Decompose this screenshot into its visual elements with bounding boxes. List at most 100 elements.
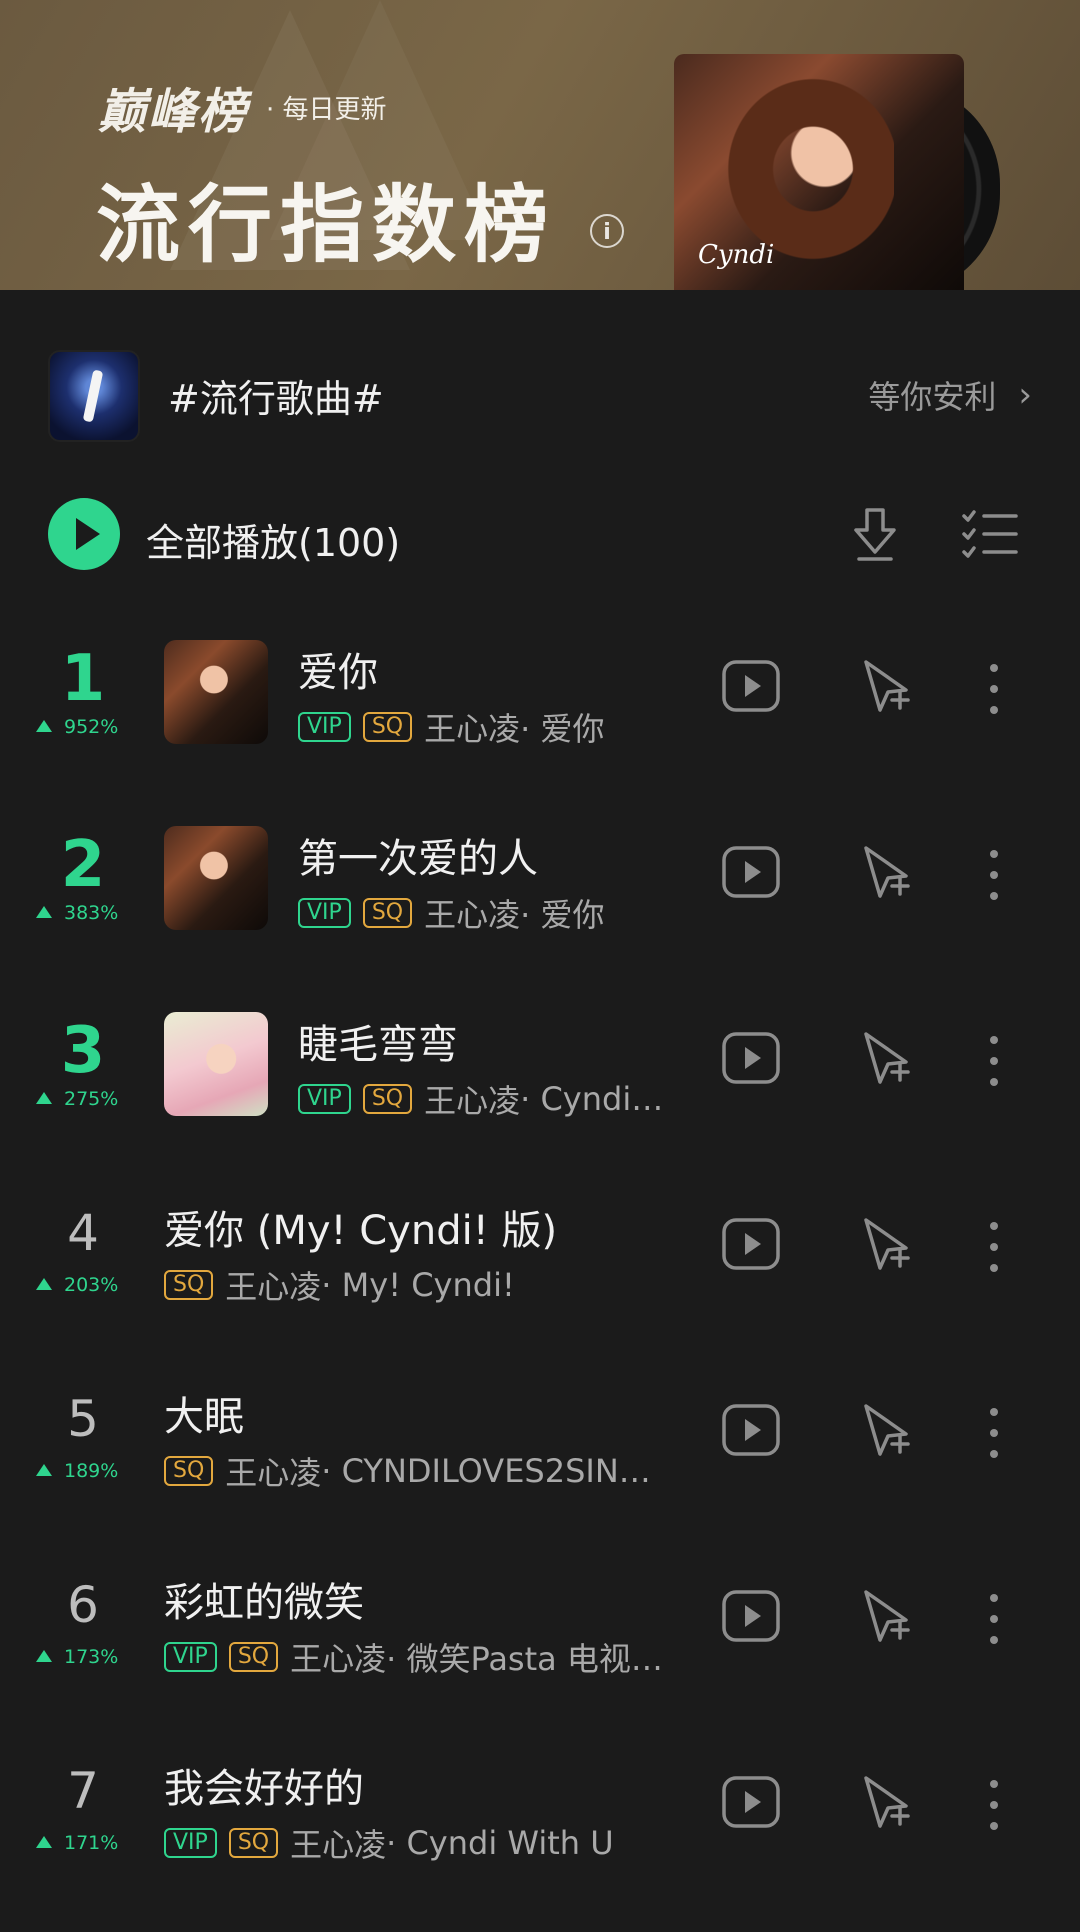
song-row[interactable]: 5 189% 大眠 SQ 王心凌 · CYNDILOVES2SIN… <box>0 1374 1080 1560</box>
sq-badge: SQ <box>362 712 413 742</box>
album-thumbnail <box>164 1012 268 1116</box>
artist-name: 王心凌 <box>290 1640 387 1678</box>
featured-album-cover[interactable]: Cyndi <box>674 54 964 290</box>
add-to-playlist-icon[interactable] <box>862 1402 910 1460</box>
update-frequency: · 每日更新 <box>266 94 387 125</box>
playlist-topic: #流行歌曲# <box>168 377 384 421</box>
vip-badge: VIP <box>298 712 351 742</box>
trend-indicator: 952% <box>36 716 118 738</box>
album-thumbnail <box>164 826 268 930</box>
add-to-playlist-icon[interactable] <box>862 1030 910 1088</box>
trend-percent: 189% <box>64 1460 119 1482</box>
vip-badge: VIP <box>298 898 351 928</box>
trend-percent: 952% <box>64 716 119 738</box>
song-row[interactable]: 4 203% 爱你 (My! Cyndi! 版) SQ 王心凌 · My! Cy… <box>0 1188 1080 1374</box>
song-row[interactable]: 6 173% 彩虹的微笑 VIP SQ 王心凌 · 微笑Pasta 电视… <box>0 1560 1080 1746</box>
trend-indicator: 203% <box>36 1274 118 1296</box>
mv-play-icon[interactable] <box>722 1590 780 1642</box>
artist-name: 王心凌 <box>225 1268 322 1306</box>
trend-up-icon <box>36 1092 52 1104</box>
multi-select-icon[interactable] <box>962 508 1018 560</box>
play-all-row: 全部播放(100) <box>0 494 1080 574</box>
chevron-right-icon: › <box>1018 375 1032 415</box>
mv-play-icon[interactable] <box>722 846 780 898</box>
artist-name: 王心凌 <box>424 896 521 934</box>
song-row[interactable]: 3 275% 睫毛弯弯 VIP SQ 王心凌 · Cyndi… <box>0 1002 1080 1188</box>
song-title: 爱你 <box>298 650 378 696</box>
trend-up-icon <box>36 1650 52 1662</box>
add-to-playlist-icon[interactable] <box>862 1588 910 1646</box>
artist-name: 王心凌 <box>225 1454 322 1492</box>
song-title: 大眠 <box>164 1394 244 1440</box>
trend-up-icon <box>36 1836 52 1848</box>
vip-badge: VIP <box>164 1642 217 1672</box>
trend-percent: 171% <box>64 1832 119 1854</box>
download-icon[interactable] <box>850 506 900 562</box>
add-to-playlist-icon[interactable] <box>862 1216 910 1274</box>
trend-up-icon <box>36 1278 52 1290</box>
rank-number: 4 <box>67 1204 99 1262</box>
song-meta: SQ 王心凌 · My! Cyndi! <box>164 1262 515 1308</box>
song-list: 1 952% 爱你 VIP SQ 王心凌 · 爱你 2 383% 第一次爱的人 … <box>0 630 1080 1932</box>
mv-play-icon[interactable] <box>722 1776 780 1828</box>
song-title: 彩虹的微笑 <box>164 1580 364 1626</box>
song-row[interactable]: 1 952% 爱你 VIP SQ 王心凌 · 爱你 <box>0 630 1080 816</box>
rank-number: 7 <box>67 1762 99 1820</box>
artist-name: 王心凌 <box>424 710 521 748</box>
trend-up-icon <box>36 720 52 732</box>
sq-badge: SQ <box>362 1084 413 1114</box>
vip-badge: VIP <box>164 1828 217 1858</box>
trend-indicator: 173% <box>36 1646 118 1668</box>
mv-play-icon[interactable] <box>722 1032 780 1084</box>
album-name: · 爱你 <box>520 896 605 934</box>
info-icon[interactable]: i <box>590 214 624 248</box>
song-row[interactable]: 7 171% 我会好好的 VIP SQ 王心凌 · Cyndi With U <box>0 1746 1080 1932</box>
trend-percent: 383% <box>64 902 119 924</box>
more-options-icon[interactable] <box>984 1406 1004 1460</box>
mv-play-icon[interactable] <box>722 1404 780 1456</box>
more-options-icon[interactable] <box>984 1220 1004 1274</box>
album-name: · 爱你 <box>520 710 605 748</box>
album-thumbnail <box>164 640 268 744</box>
rank-number: 6 <box>67 1576 99 1634</box>
trend-indicator: 171% <box>36 1832 118 1854</box>
trend-percent: 275% <box>64 1088 119 1110</box>
recommend-link[interactable]: 等你安利 › <box>868 372 1032 418</box>
add-to-playlist-icon[interactable] <box>862 658 910 716</box>
mv-play-icon[interactable] <box>722 1218 780 1270</box>
sq-badge: SQ <box>362 898 413 928</box>
more-options-icon[interactable] <box>984 1034 1004 1088</box>
song-row[interactable]: 2 383% 第一次爱的人 VIP SQ 王心凌 · 爱你 <box>0 816 1080 1002</box>
song-title: 我会好好的 <box>164 1766 364 1812</box>
artist-name: 王心凌 <box>290 1826 387 1864</box>
trend-percent: 203% <box>64 1274 119 1296</box>
dancer-figure-image <box>82 369 104 423</box>
song-title: 睫毛弯弯 <box>298 1022 458 1068</box>
chart-title: 流行指数榜 <box>96 176 557 274</box>
more-options-icon[interactable] <box>984 848 1004 902</box>
recommend-label: 等你安利 <box>868 378 997 416</box>
song-meta: VIP SQ 王心凌 · 爱你 <box>298 704 604 750</box>
sq-badge: SQ <box>164 1270 214 1300</box>
add-to-playlist-icon[interactable] <box>862 844 910 902</box>
trend-indicator: 383% <box>36 902 118 924</box>
more-options-icon[interactable] <box>984 662 1004 716</box>
related-playlist-row[interactable]: #流行歌曲# 等你安利 › <box>0 344 1080 442</box>
mv-play-icon[interactable] <box>722 660 780 712</box>
play-all-label[interactable]: 全部播放(100) <box>146 512 400 567</box>
play-all-button[interactable] <box>48 498 120 570</box>
album-name: · Cyndi With U <box>386 1824 614 1862</box>
song-meta: SQ 王心凌 · CYNDILOVES2SIN… <box>164 1448 651 1494</box>
more-options-icon[interactable] <box>984 1592 1004 1646</box>
album-name: · 微笑Pasta 电视… <box>386 1640 663 1678</box>
song-meta: VIP SQ 王心凌 · 爱你 <box>298 890 604 936</box>
more-options-icon[interactable] <box>984 1778 1004 1832</box>
rank-number: 5 <box>67 1390 99 1448</box>
add-to-playlist-icon[interactable] <box>862 1774 910 1832</box>
playlist-thumbnail <box>48 350 140 442</box>
trend-percent: 173% <box>64 1646 119 1668</box>
song-meta: VIP SQ 王心凌 · 微笑Pasta 电视… <box>164 1634 663 1680</box>
album-name: · Cyndi… <box>520 1080 664 1118</box>
song-meta: VIP SQ 王心凌 · Cyndi… <box>298 1076 663 1122</box>
brand-row: 巅峰榜 · 每日更新 <box>98 72 387 142</box>
